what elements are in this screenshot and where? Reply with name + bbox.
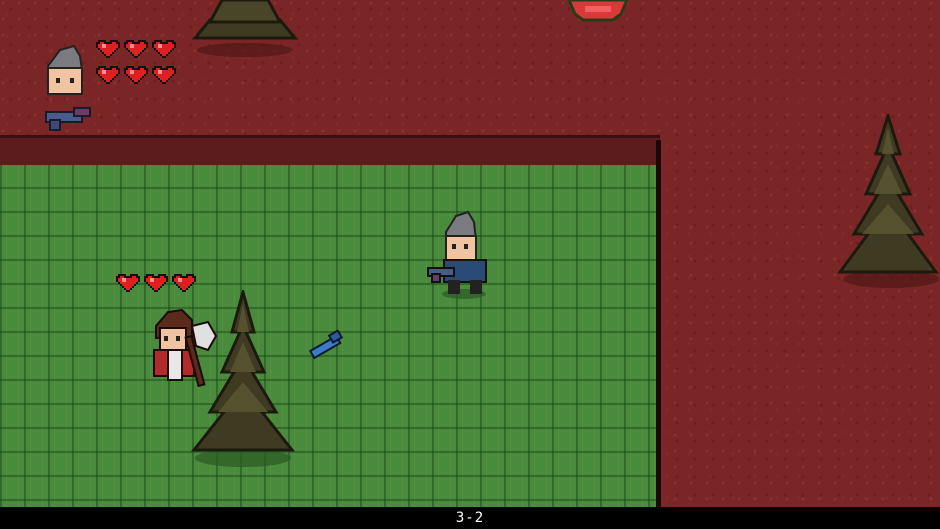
heart-icon — [144, 274, 168, 292]
heart-icon — [96, 40, 120, 58]
grass-field-edge — [656, 140, 661, 507]
dirt-ledge — [0, 135, 660, 165]
blaster-icon — [45, 107, 91, 131]
player-portrait-icon — [47, 44, 84, 95]
pine-tree-top-icon — [191, 0, 299, 57]
heart-icon — [96, 66, 120, 84]
heart-icon — [116, 274, 140, 292]
dropped-blaster-icon[interactable] — [306, 330, 348, 362]
level-indicator: 3-2 — [455, 510, 485, 526]
heart-icon — [152, 66, 176, 84]
player-health-hearts — [96, 38, 186, 86]
pine-tree-icon — [190, 290, 296, 467]
game-viewport[interactable] — [0, 0, 940, 507]
heart-icon — [124, 40, 148, 58]
player-character[interactable] — [426, 210, 496, 300]
heart-icon — [152, 40, 176, 58]
heart-icon — [124, 66, 148, 84]
pine-tree-icon — [837, 114, 939, 288]
status-bar: 3-2 — [0, 507, 940, 529]
red-item-icon — [567, 0, 629, 22]
